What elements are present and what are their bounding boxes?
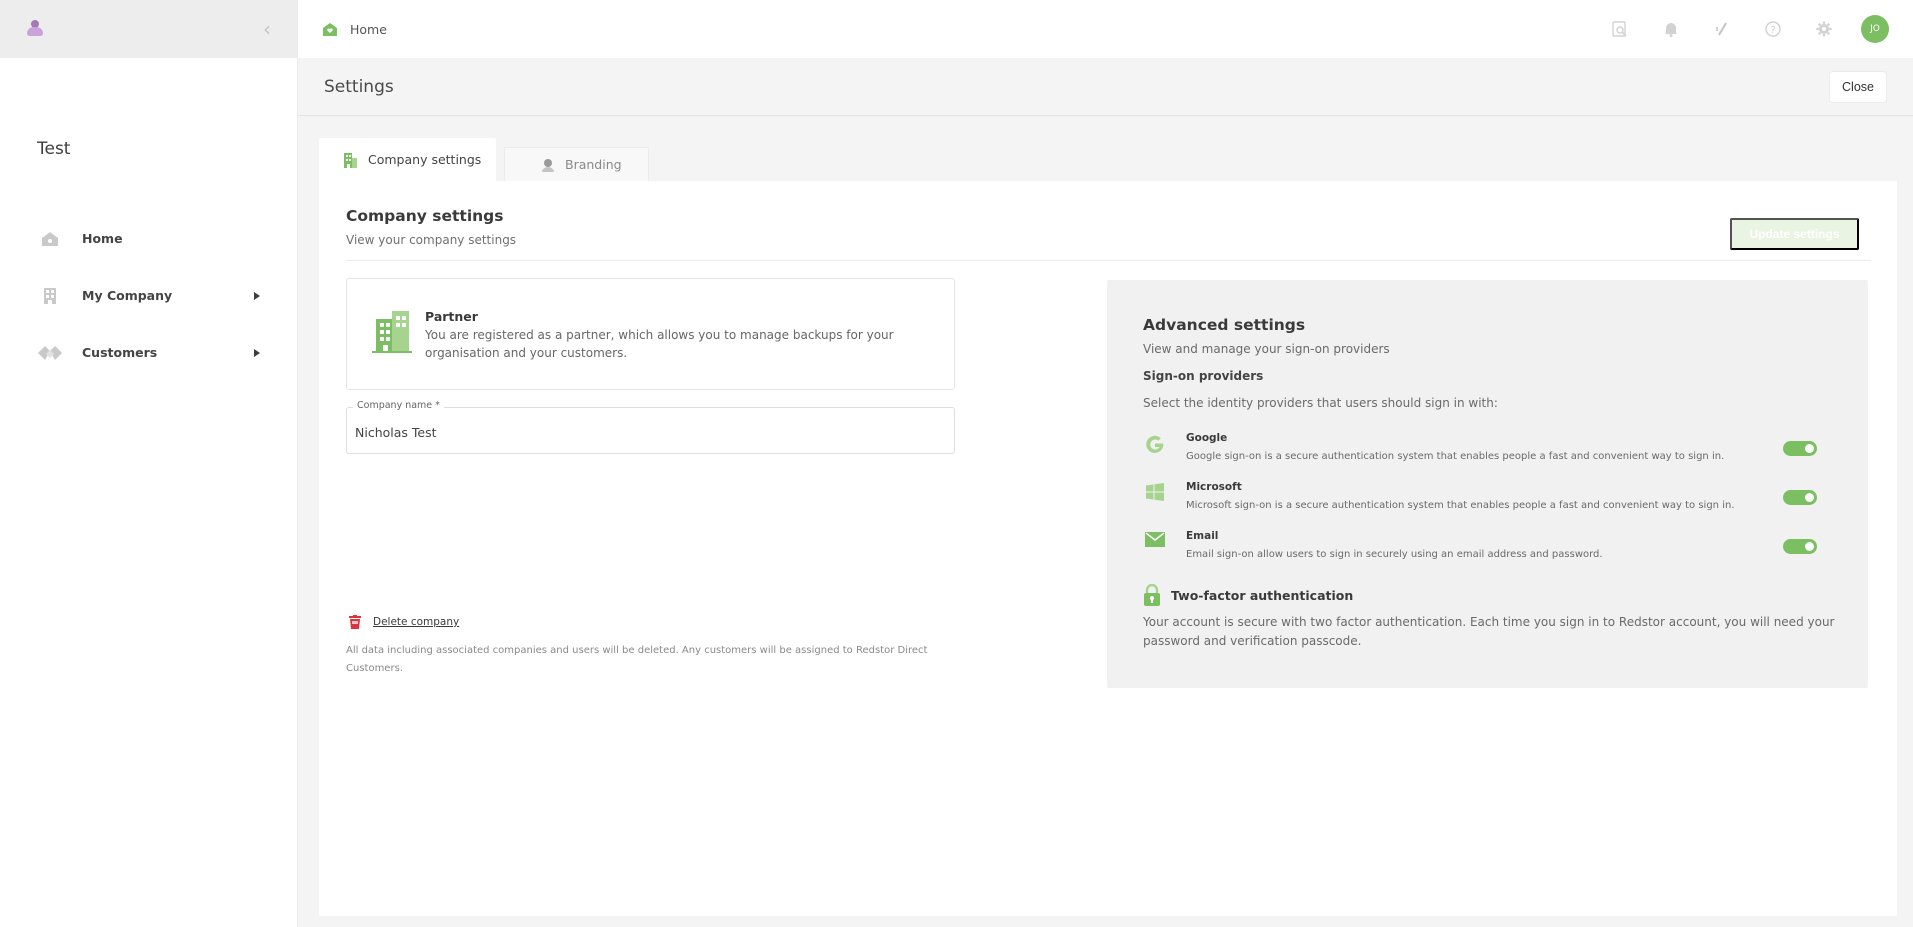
settings-tabs: Company settings Branding xyxy=(319,138,649,181)
provider-email: Email Email sign-on allow users to sign … xyxy=(1143,530,1833,570)
settings-card: Company settings View your company setti… xyxy=(319,181,1897,916)
provider-name: Microsoft xyxy=(1186,481,1242,493)
org-name: Test xyxy=(37,139,71,159)
providers-heading: Sign-on providers xyxy=(1143,369,1264,383)
sidebar-item-label: My Company xyxy=(82,288,173,303)
svg-text:?: ? xyxy=(1770,25,1775,36)
lock-icon xyxy=(1144,584,1160,606)
branding-icon xyxy=(542,158,554,172)
tab-company-settings[interactable]: Company settings xyxy=(319,138,496,181)
customers-icon xyxy=(38,345,62,361)
partner-building-icon xyxy=(372,309,412,357)
advanced-title: Advanced settings xyxy=(1143,316,1306,334)
advanced-settings-panel: Advanced settings View and manage your s… xyxy=(1107,280,1868,688)
sidebar-item-customers[interactable]: Customers xyxy=(0,324,298,381)
google-icon xyxy=(1143,434,1167,456)
house-icon xyxy=(38,231,62,247)
top-bar: Home ? JO xyxy=(298,0,1913,58)
partner-description: You are registered as a partner, which a… xyxy=(425,328,894,360)
sidebar-item-label: Home xyxy=(82,231,123,246)
provider-name: Google xyxy=(1186,432,1228,444)
company-name-input[interactable] xyxy=(355,425,935,440)
microsoft-icon xyxy=(1143,483,1167,501)
sidebar-item-home[interactable]: Home xyxy=(0,210,298,267)
provider-google: Google Google sign-on is a secure authen… xyxy=(1143,432,1833,472)
company-name-field: Company name * xyxy=(346,400,955,454)
provider-description: Email sign-on allow users to sign in sec… xyxy=(1186,549,1603,560)
breadcrumb-home[interactable]: Home xyxy=(350,22,387,37)
delete-company-link[interactable]: Delete company xyxy=(373,616,459,628)
close-button[interactable]: Close xyxy=(1829,70,1887,103)
sidebar-item-label: Customers xyxy=(82,345,158,360)
search-icon[interactable] xyxy=(1594,21,1645,37)
delete-company-row: Delete company xyxy=(349,615,459,629)
tab-branding[interactable]: Branding xyxy=(504,147,649,181)
email-toggle[interactable] xyxy=(1783,539,1817,554)
update-settings-button[interactable]: Update settings xyxy=(1730,218,1859,250)
mail-icon xyxy=(1143,532,1167,547)
building-icon xyxy=(38,287,62,305)
help-icon[interactable]: ? xyxy=(1747,21,1798,37)
google-toggle[interactable] xyxy=(1783,441,1817,456)
company-name-label: Company name * xyxy=(353,400,444,411)
gear-icon[interactable] xyxy=(1798,21,1849,37)
top-icons: ? JO xyxy=(1594,15,1889,43)
building-icon xyxy=(344,152,357,168)
sidebar-item-my-company[interactable]: My Company xyxy=(0,267,298,324)
brand-logo[interactable] xyxy=(26,20,44,38)
page-header: Settings Close xyxy=(298,58,1913,116)
tfa-row: Two-factor authentication xyxy=(1143,584,1353,606)
slash-icon[interactable] xyxy=(1696,21,1747,37)
advanced-subtitle: View and manage your sign-on providers xyxy=(1143,342,1390,356)
trash-icon xyxy=(349,615,361,629)
sidebar: ‹ Test Home My Company Customers xyxy=(0,0,298,927)
expand-caret-icon[interactable] xyxy=(254,348,260,357)
tfa-title: Two-factor authentication xyxy=(1171,587,1354,603)
tab-label: Company settings xyxy=(368,152,482,167)
provider-name: Email xyxy=(1186,530,1219,542)
provider-microsoft: Microsoft Microsoft sign-on is a secure … xyxy=(1143,481,1833,521)
sidebar-header: ‹ xyxy=(0,0,297,58)
microsoft-toggle[interactable] xyxy=(1783,490,1817,505)
providers-instruction: Select the identity providers that users… xyxy=(1143,396,1498,410)
tfa-description: Your account is secure with two factor a… xyxy=(1143,615,1835,648)
bell-icon[interactable] xyxy=(1645,21,1696,37)
home-breadcrumb-icon xyxy=(323,22,337,36)
user-avatar[interactable]: JO xyxy=(1861,15,1889,43)
collapse-sidebar-icon[interactable]: ‹ xyxy=(263,17,271,41)
section-subtitle: View your company settings xyxy=(346,233,517,247)
provider-description: Google sign-on is a secure authenticatio… xyxy=(1186,451,1725,462)
divider xyxy=(346,260,1871,261)
sidebar-nav: Home My Company Customers xyxy=(0,210,298,381)
provider-description: Microsoft sign-on is a secure authentica… xyxy=(1186,500,1735,511)
partner-title: Partner xyxy=(425,309,478,324)
page-title: Settings xyxy=(324,76,394,97)
delete-note: All data including associated companies … xyxy=(346,645,928,674)
partner-box: Partner You are registered as a partner,… xyxy=(346,278,955,390)
tab-label: Branding xyxy=(565,157,622,172)
breadcrumb: Home xyxy=(322,22,1594,37)
expand-caret-icon[interactable] xyxy=(254,291,260,300)
section-title: Company settings xyxy=(346,207,504,225)
